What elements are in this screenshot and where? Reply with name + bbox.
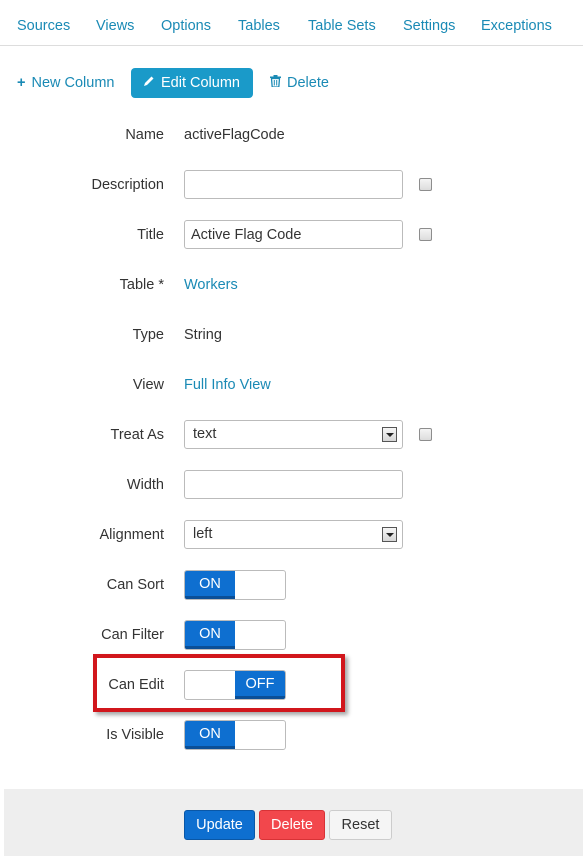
title-input[interactable]	[184, 220, 403, 249]
title-label: Title	[137, 227, 164, 243]
pencil-icon	[143, 68, 155, 98]
can-edit-label: Can Edit	[108, 677, 164, 693]
name-value: activeFlagCode	[184, 127, 285, 143]
treat-as-select[interactable]: text	[184, 420, 403, 449]
treat-as-value: text	[193, 426, 217, 442]
trash-icon	[270, 68, 281, 98]
can-edit-toggle[interactable]: OFF	[184, 670, 286, 700]
chevron-down-icon	[382, 527, 397, 542]
is-visible-label: Is Visible	[106, 727, 164, 743]
nav-options[interactable]: Options	[161, 18, 211, 34]
can-filter-label: Can Filter	[101, 627, 164, 643]
nav-sources[interactable]: Sources	[17, 18, 70, 34]
nav-tables[interactable]: Tables	[238, 18, 280, 34]
can-sort-label: Can Sort	[106, 577, 164, 593]
description-input[interactable]	[184, 170, 403, 199]
view-link[interactable]: Full Info View	[184, 377, 271, 393]
treat-as-label: Treat As	[110, 427, 164, 443]
delete-column-label: Delete	[287, 75, 329, 91]
update-button[interactable]: Update	[184, 810, 255, 840]
treat-as-checkbox[interactable]	[419, 428, 432, 441]
new-column-label: New Column	[31, 75, 115, 91]
name-label: Name	[125, 127, 164, 143]
can-sort-state: ON	[185, 571, 235, 599]
type-label: Type	[132, 327, 164, 343]
view-label: View	[132, 377, 164, 393]
width-label: Width	[126, 477, 164, 493]
title-checkbox[interactable]	[419, 228, 432, 241]
nav-settings[interactable]: Settings	[403, 18, 455, 34]
plus-icon: +	[17, 75, 26, 91]
nav-views[interactable]: Views	[96, 18, 134, 34]
is-visible-toggle[interactable]: ON	[184, 720, 286, 750]
type-value: String	[184, 327, 222, 343]
alignment-select[interactable]: left	[184, 520, 403, 549]
delete-button[interactable]: Delete	[259, 810, 325, 840]
can-sort-toggle[interactable]: ON	[184, 570, 286, 600]
can-edit-state: OFF	[235, 671, 285, 699]
can-filter-toggle[interactable]: ON	[184, 620, 286, 650]
width-input[interactable]	[184, 470, 403, 499]
nav-exceptions[interactable]: Exceptions	[481, 18, 552, 34]
new-column-button[interactable]: + New Column	[17, 68, 114, 98]
is-visible-state: ON	[185, 721, 235, 749]
reset-button[interactable]: Reset	[329, 810, 392, 840]
nav-table-sets[interactable]: Table Sets	[308, 18, 376, 34]
edit-column-label: Edit Column	[161, 75, 240, 91]
alignment-value: left	[193, 526, 213, 542]
chevron-down-icon	[382, 427, 397, 442]
description-label: Description	[91, 177, 164, 193]
top-nav: Sources Views Options Tables Table Sets …	[0, 0, 583, 46]
can-filter-state: ON	[185, 621, 235, 649]
delete-column-button[interactable]: Delete	[270, 68, 329, 98]
table-label: Table *	[119, 277, 164, 293]
edit-column-button[interactable]: Edit Column	[131, 68, 253, 98]
table-link[interactable]: Workers	[184, 277, 238, 293]
alignment-label: Alignment	[99, 527, 164, 543]
description-checkbox[interactable]	[419, 178, 432, 191]
